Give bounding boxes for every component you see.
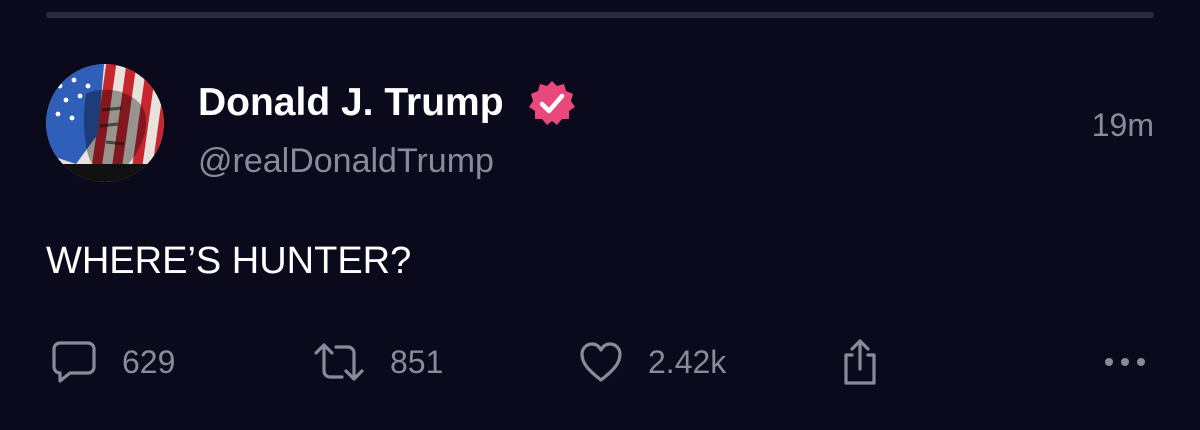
verified-badge-icon [528, 79, 576, 127]
repost-count: 851 [390, 344, 444, 380]
avatar[interactable] [46, 64, 164, 182]
reply-count: 629 [122, 344, 176, 380]
repost-icon [312, 339, 366, 385]
top-divider [46, 12, 1154, 18]
reply-icon [50, 339, 98, 385]
share-button[interactable] [838, 336, 882, 388]
author-handle[interactable]: @realDonaldTrump [198, 141, 494, 181]
post-timestamp[interactable]: 19m [1092, 106, 1154, 144]
more-options-button[interactable] [1102, 336, 1148, 388]
like-count: 2.42k [648, 344, 727, 380]
post-text: WHERE’S HUNTER? [46, 240, 412, 282]
like-icon [578, 340, 624, 384]
post-card: Donald J. Trump @realDonaldTrump 19m WHE… [0, 0, 1200, 430]
author-display-name[interactable]: Donald J. Trump [198, 80, 504, 126]
more-icon [1102, 352, 1148, 372]
reply-button[interactable]: 629 [50, 336, 175, 388]
like-button[interactable]: 2.42k [578, 336, 726, 388]
repost-button[interactable]: 851 [312, 336, 443, 388]
share-icon [838, 337, 882, 387]
